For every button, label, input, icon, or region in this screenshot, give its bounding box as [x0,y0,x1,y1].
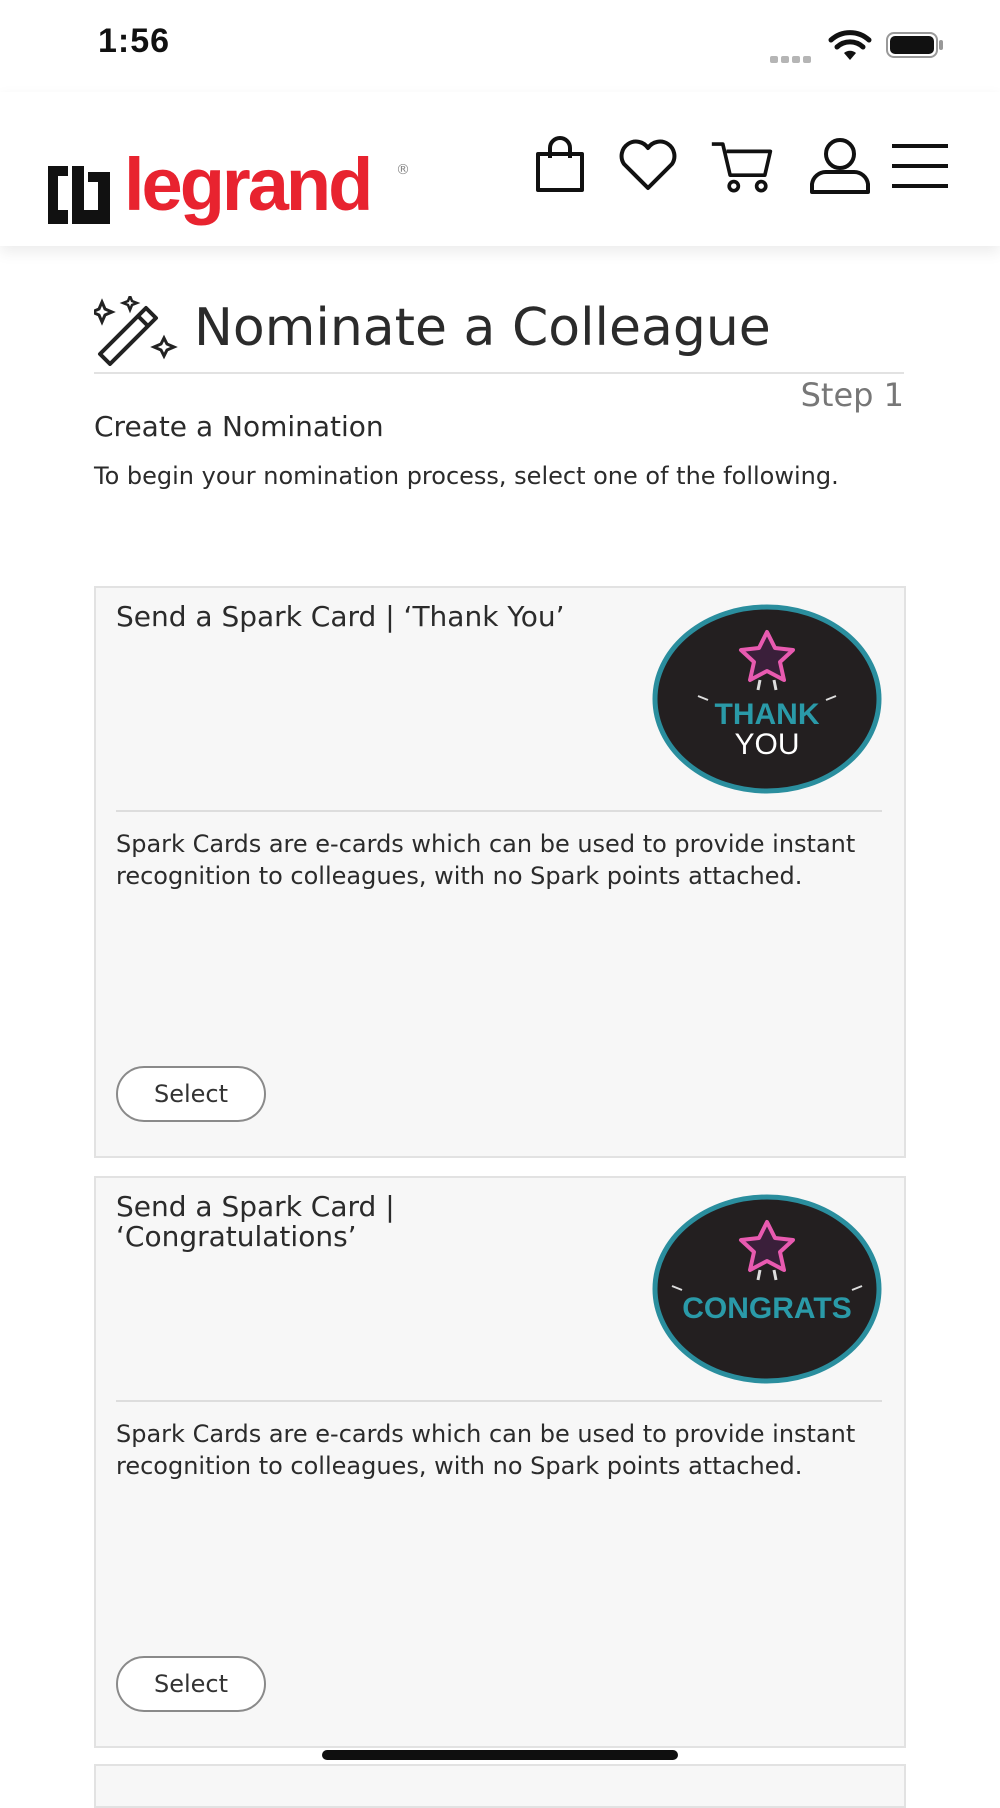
section-subheading: Create a Nomination [94,410,384,443]
congrats-badge-image: CONGRATS [652,1194,882,1384]
select-button[interactable]: Select [116,1066,266,1122]
legrand-mark-icon [48,166,110,224]
card-title: Send a Spark Card | ‘Congratulations’ [116,1190,395,1253]
magic-wand-icon [94,296,178,366]
cellular-signal-icon [770,48,818,63]
status-time: 1:56 [98,22,171,60]
card-title: Send a Spark Card | ‘Thank You’ [116,600,565,633]
card-description: Spark Cards are e-cards which can be use… [116,830,856,890]
status-bar: 1:56 [0,0,1000,90]
nomination-card-partial [94,1764,906,1808]
registered-mark: ® [396,162,410,178]
intro-text: To begin your nomination process, select… [94,462,839,490]
user-icon[interactable] [808,136,872,196]
brand-name: legrand [124,143,373,226]
select-button[interactable]: Select [116,1656,266,1712]
home-indicator[interactable] [322,1750,678,1760]
heart-icon[interactable] [616,136,680,196]
badge-text-line2: YOU [734,728,799,761]
cart-icon[interactable] [710,136,774,196]
badge-text-line1: THANK [715,698,820,731]
battery-icon [886,32,943,58]
card-divider [116,1400,882,1402]
shopping-bag-icon[interactable] [528,136,592,196]
page-title: Nominate a Colleague [194,298,771,358]
legrand-logo[interactable]: legrand ® [48,128,418,224]
card-divider [116,810,882,812]
page-title-row: Nominate a Colleague [94,296,904,374]
wifi-icon [828,30,872,60]
nomination-card-thank-you: Send a Spark Card | ‘Thank You’ THANK YO… [94,586,906,1158]
badge-text-line1: CONGRATS [682,1292,851,1325]
menu-icon[interactable] [888,136,952,196]
card-description: Spark Cards are e-cards which can be use… [116,1420,856,1480]
thank-you-badge-image: THANK YOU [652,604,882,794]
step-indicator: Step 1 [800,376,904,414]
nomination-card-congratulations: Send a Spark Card | ‘Congratulations’ CO… [94,1176,906,1748]
